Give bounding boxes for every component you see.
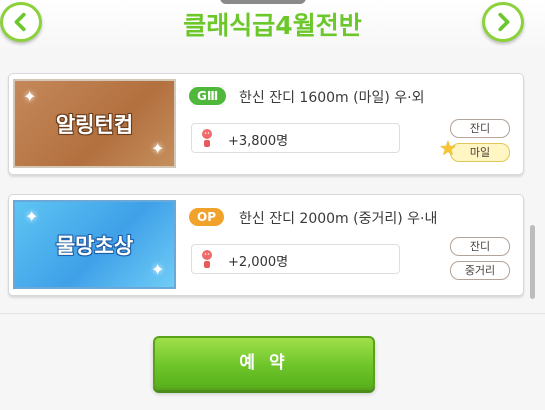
header-bar: 클래식급4월전반 <box>0 0 545 48</box>
race-banner: ✦ ✦ 알링턴컵 <box>13 79 176 168</box>
race-info: 한신 잔디 1600m (마일) 우·외 <box>239 90 425 106</box>
fan-count: +3,800명 <box>228 134 289 149</box>
fan-count-box: +3,800명 <box>191 123 400 153</box>
list-scrollbar[interactable] <box>530 225 535 299</box>
grade-badge: GⅢ <box>189 87 227 105</box>
sparkle-icon: ✦ <box>151 260 165 279</box>
footer-bar: 예 약 <box>0 313 545 410</box>
next-button[interactable] <box>482 2 524 42</box>
fan-icon <box>202 129 212 147</box>
reserve-button[interactable]: 예 약 <box>153 336 375 390</box>
race-info: 한신 잔디 2000m (중거리) 우·내 <box>239 211 438 227</box>
chevron-right-icon <box>498 12 510 32</box>
fan-count-box: +2,000명 <box>191 244 400 274</box>
surface-tag: 잔디 <box>450 119 510 138</box>
grade-badge: OP <box>189 208 224 226</box>
race-card[interactable]: ✦ ✦ 물망초상 OP 한신 잔디 2000m (중거리) 우·내 +2,000… <box>8 194 524 296</box>
sparkle-icon: ✦ <box>23 87 37 106</box>
race-name: 알링턴컵 <box>55 112 134 137</box>
race-name: 물망초상 <box>55 233 134 258</box>
sparkle-icon: ✦ <box>25 207 39 226</box>
distance-tag-label: 마일 <box>469 146 491 159</box>
title-notch-decoration <box>220 0 306 4</box>
race-card[interactable]: ✦ ✦ 알링턴컵 GⅢ 한신 잔디 1600m (마일) 우·외 +3,800명… <box>8 73 524 175</box>
star-icon: ★ <box>439 136 457 160</box>
distance-tag: 중거리 <box>450 261 510 280</box>
race-list[interactable]: ✦ ✦ 알링턴컵 GⅢ 한신 잔디 1600m (마일) 우·외 +3,800명… <box>0 48 545 313</box>
surface-tag: 잔디 <box>450 237 510 256</box>
fan-icon <box>202 250 212 268</box>
sparkle-icon: ✦ <box>151 139 165 158</box>
distance-tag: ★ 마일 <box>439 138 510 162</box>
fan-count: +2,000명 <box>228 255 289 270</box>
page-title: 클래식급4월전반 <box>183 11 362 40</box>
race-banner: ✦ ✦ 물망초상 <box>13 200 176 289</box>
